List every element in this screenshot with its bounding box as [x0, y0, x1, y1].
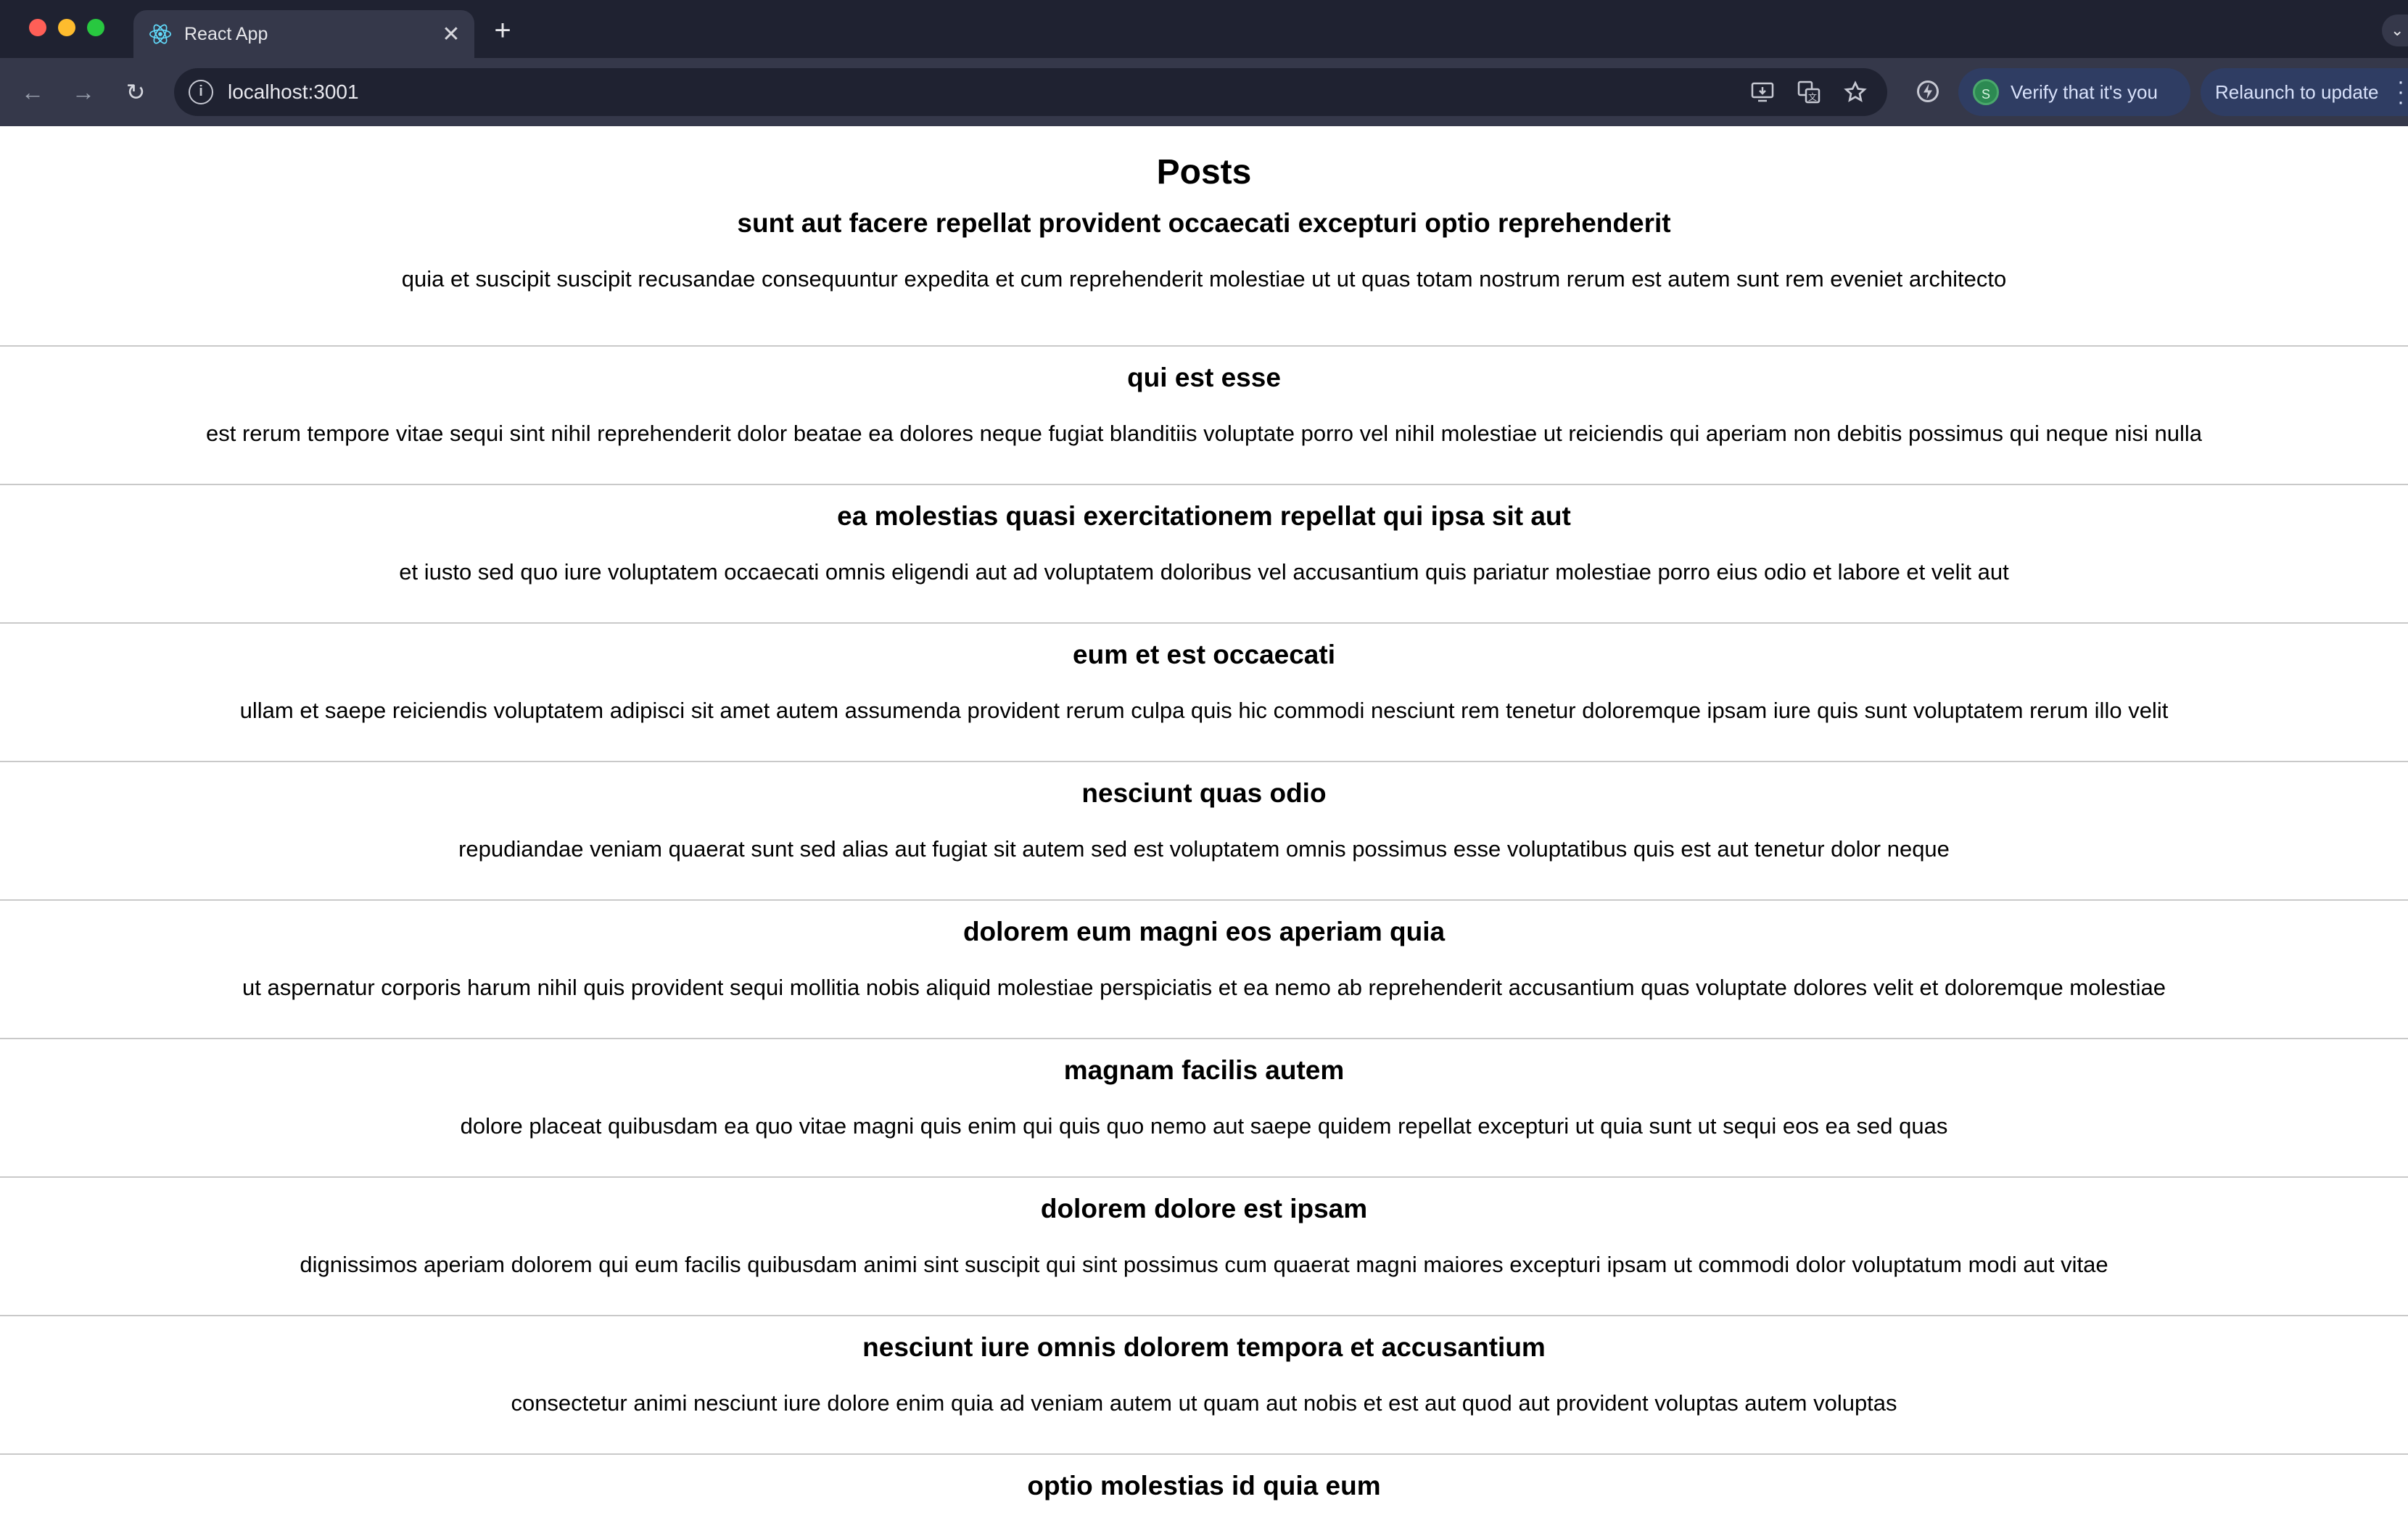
post-title: nesciunt quas odio	[1081, 778, 1327, 808]
verify-identity-button[interactable]: S Verify that it's you	[1958, 68, 2190, 116]
post-item: qui est esse est rerum tempore vitae seq…	[0, 347, 2408, 485]
post-body: quia et suscipit suscipit recusandae con…	[401, 266, 2007, 292]
post-title: qui est esse	[1127, 363, 1281, 392]
relaunch-update-button[interactable]: Relaunch to update	[2201, 68, 2408, 116]
post-body: et iusto sed quo iure voluptatem occaeca…	[399, 559, 2009, 585]
browser-chrome: React App ✕ + ⌄ ← → ↻ i localhost:3001 文	[0, 0, 2408, 126]
tab-search-button[interactable]: ⌄	[2382, 15, 2408, 46]
page-content: Posts sunt aut facere repellat provident…	[0, 126, 2408, 1523]
post-title: eum et est occaecati	[1073, 640, 1335, 669]
post-item: ea molestias quasi exercitationem repell…	[0, 485, 2408, 624]
post-title: optio molestias id quia eum	[1027, 1471, 1381, 1501]
post-body: dolore placeat quibusdam ea quo vitae ma…	[460, 1113, 1948, 1139]
post-body: ut aspernatur corporis harum nihil quis …	[242, 975, 2166, 1000]
address-bar[interactable]: i localhost:3001 文	[174, 68, 1887, 116]
site-info-icon[interactable]: i	[189, 80, 213, 104]
profile-avatar: S	[1973, 79, 1999, 105]
post-body: dignissimos aperiam dolorem qui eum faci…	[300, 1252, 2108, 1277]
post-item: eum et est occaecati ullam et saepe reic…	[0, 624, 2408, 762]
post-body: est rerum tempore vitae sequi sint nihil…	[206, 421, 2202, 446]
performance-icon[interactable]	[1912, 75, 1944, 107]
post-item: dolorem dolore est ipsam dignissimos ape…	[0, 1178, 2408, 1316]
forward-button[interactable]: →	[67, 75, 100, 109]
svg-text:文: 文	[1808, 91, 1817, 102]
posts-list: sunt aut facere repellat provident occae…	[0, 208, 2408, 1523]
window-controls	[29, 19, 104, 36]
tab-title: React App	[184, 23, 268, 44]
browser-menu-icon[interactable]: · · ·	[2393, 71, 2408, 113]
relaunch-label: Relaunch to update	[2215, 81, 2379, 103]
post-body: consectetur animi nesciunt iure dolore e…	[511, 1390, 1897, 1416]
post-item: nesciunt iure omnis dolorem tempora et a…	[0, 1316, 2408, 1455]
translate-icon[interactable]: 文	[1794, 78, 1823, 107]
post-item: magnam facilis autem dolore placeat quib…	[0, 1039, 2408, 1178]
reload-button[interactable]: ↻	[119, 75, 152, 109]
post-title: magnam facilis autem	[1063, 1055, 1345, 1085]
post-title: dolorem eum magni eos aperiam quia	[962, 917, 1446, 946]
post-item: nesciunt quas odio repudiandae veniam qu…	[0, 762, 2408, 901]
bookmark-star-icon[interactable]	[1841, 78, 1870, 107]
minimize-window-button[interactable]	[58, 19, 75, 36]
new-tab-button[interactable]: +	[485, 13, 521, 49]
close-tab-icon[interactable]: ✕	[437, 22, 466, 47]
post-body: ullam et saepe reiciendis voluptatem adi…	[239, 698, 2169, 723]
browser-toolbar: ← → ↻ i localhost:3001 文 S Verify that i…	[0, 58, 2408, 126]
maximize-window-button[interactable]	[87, 19, 104, 36]
post-title: sunt aut facere repellat provident occae…	[737, 208, 1671, 238]
post-body: repudiandae veniam quaerat sunt sed alia…	[458, 836, 1950, 862]
react-atom-icon	[148, 22, 173, 46]
browser-tab[interactable]: React App ✕	[133, 10, 474, 58]
post-item: sunt aut facere repellat provident occae…	[0, 208, 2408, 347]
post-item: dolorem eum magni eos aperiam quia ut as…	[0, 901, 2408, 1039]
install-app-icon[interactable]	[1748, 78, 1777, 107]
verify-label: Verify that it's you	[2011, 81, 2158, 103]
post-title: dolorem dolore est ipsam	[1040, 1194, 1368, 1223]
post-title: nesciunt iure omnis dolorem tempora et a…	[862, 1332, 1546, 1362]
post-item: optio molestias id quia eum	[0, 1455, 2408, 1523]
close-window-button[interactable]	[29, 19, 46, 36]
page-title: Posts	[1156, 153, 1252, 191]
back-button[interactable]: ←	[16, 75, 49, 109]
url-text[interactable]: localhost:3001	[228, 81, 1748, 104]
tab-strip: React App ✕ + ⌄	[0, 0, 2408, 58]
post-title: ea molestias quasi exercitationem repell…	[837, 501, 1571, 531]
